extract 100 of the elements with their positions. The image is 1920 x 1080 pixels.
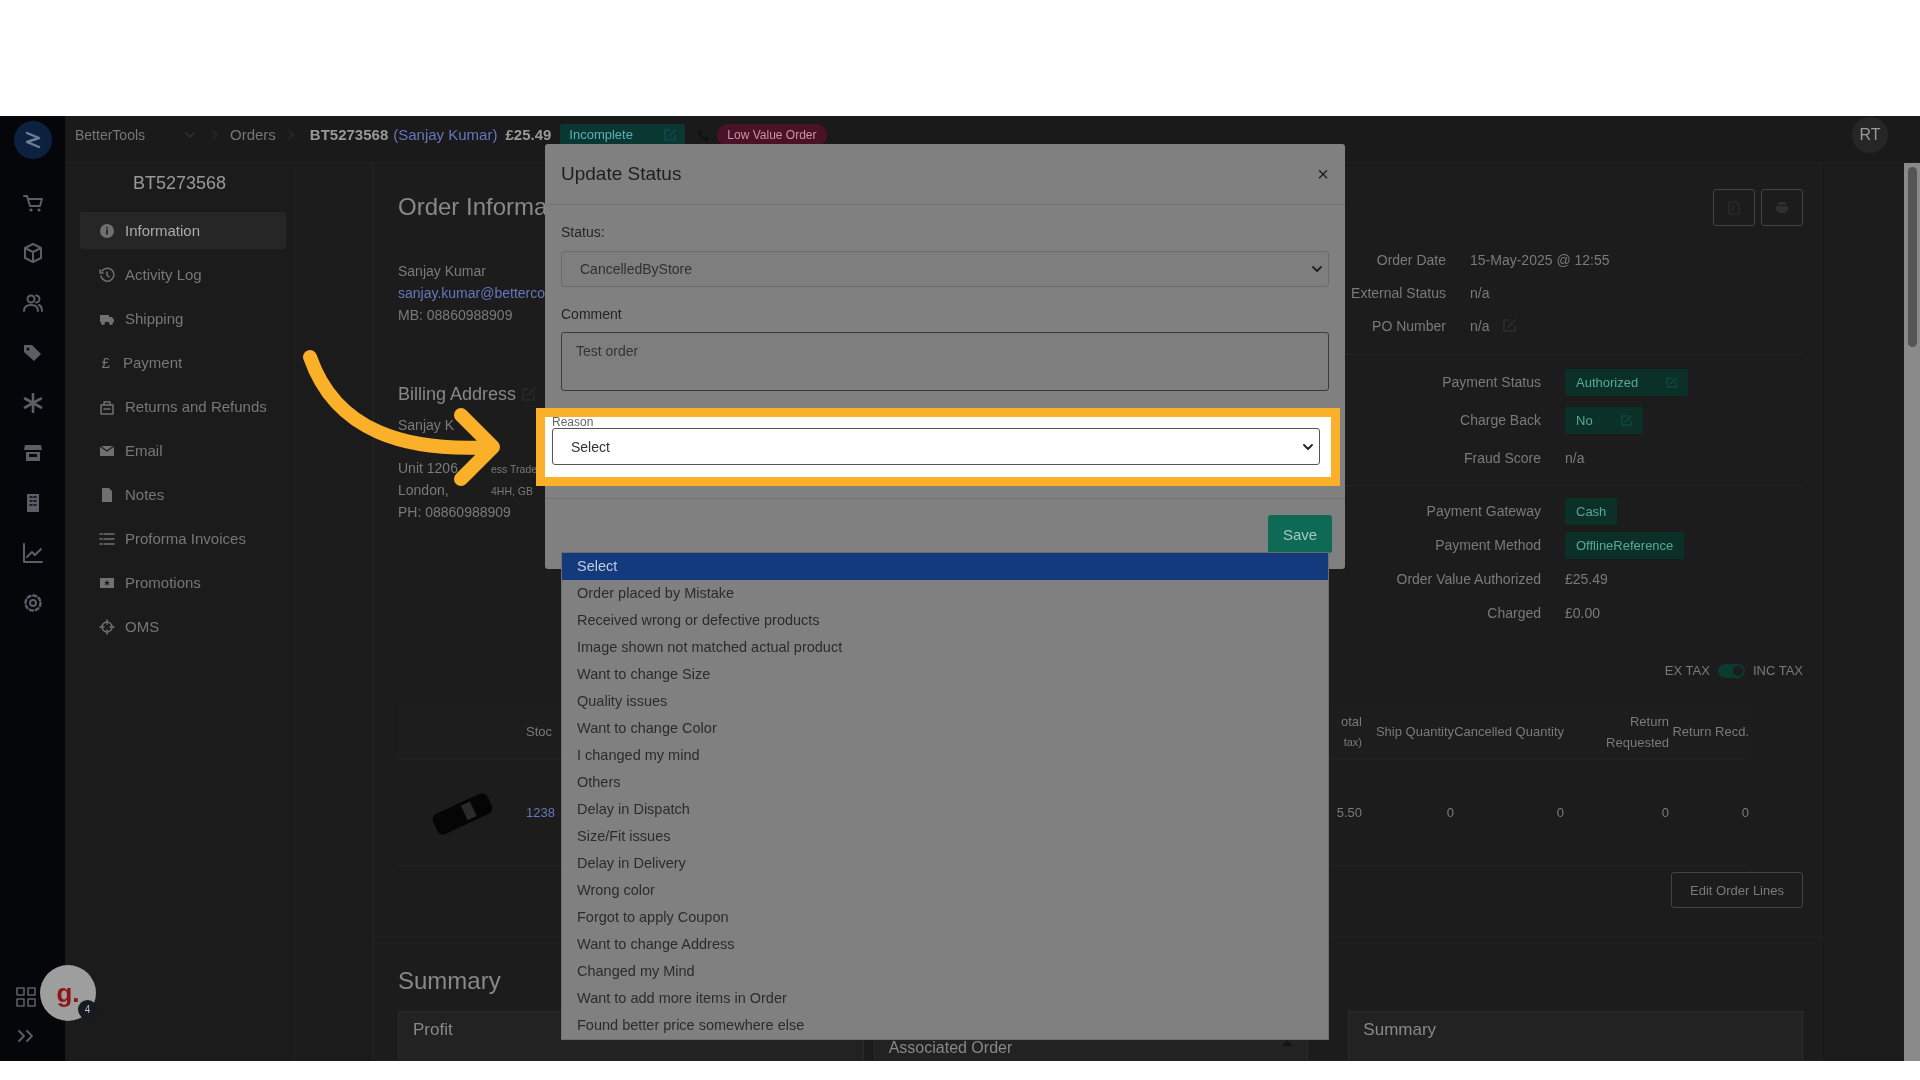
field-label: Status: — [561, 223, 606, 241]
dropdown-option[interactable]: Want to add more items in Order — [562, 985, 1328, 1012]
dropdown-option[interactable]: Want to change Size — [562, 661, 1328, 688]
field-label: External Status — [1350, 284, 1446, 301]
settings-icon[interactable] — [22, 593, 43, 613]
value-badge[interactable]: Authorized — [1565, 368, 1689, 396]
tax-label: EX TAX — [1664, 663, 1710, 678]
table-cell: 0 — [1454, 760, 1564, 866]
phone-number: PH: 08860988909 — [398, 503, 511, 522]
field-label: Payment Status — [1441, 374, 1541, 390]
save-button[interactable]: Save — [1268, 515, 1332, 553]
pdf-button[interactable] — [1713, 189, 1755, 226]
asterisk-icon[interactable] — [22, 393, 43, 413]
sidebar-item[interactable]: Information — [80, 212, 286, 249]
field-label: Comment — [561, 305, 623, 323]
dropdown-option[interactable]: Select — [562, 553, 1328, 580]
sidebar-item[interactable]: Proforma Invoices — [80, 520, 286, 557]
sidebar-item[interactable]: Returns and Refunds — [80, 388, 286, 425]
card-title: Profit — [413, 1020, 453, 1040]
field-value: n/a — [1470, 284, 1490, 301]
card-title: Summary — [1363, 1020, 1437, 1040]
history-icon — [99, 266, 115, 283]
caret-down-icon — [1312, 266, 1322, 272]
user-avatar[interactable]: RT — [1852, 116, 1888, 153]
scrollbar[interactable] — [1904, 163, 1920, 1061]
billing-name: Sanjay K — [398, 416, 455, 435]
expand-chevrons-icon[interactable] — [16, 1029, 35, 1043]
dropdown-option[interactable]: Wrong color — [562, 877, 1328, 904]
dropdown-option[interactable]: Image shown not matched actual product — [562, 634, 1328, 661]
section-title: Order Informa — [398, 193, 548, 221]
order-tag: Low Value Order — [717, 123, 827, 146]
address-text: Unit 1206 — [398, 459, 459, 478]
dropdown-option[interactable]: Forgot to apply Coupon — [562, 904, 1328, 931]
dropdown-option[interactable]: Want to change Color — [562, 715, 1328, 742]
dropdown-option[interactable]: Want to change Address — [562, 931, 1328, 958]
status-badge[interactable]: Incomplete — [560, 123, 686, 146]
breadcrumb-link[interactable]: Orders — [230, 126, 276, 143]
card-title: Associated Order — [888, 1039, 1013, 1057]
caret-down-icon — [1303, 443, 1313, 450]
logo-mark-icon — [23, 130, 42, 150]
column-subheader: tax) — [1343, 734, 1362, 750]
sidebar-item[interactable]: OMS — [80, 608, 286, 645]
value-badge[interactable]: No — [1565, 406, 1643, 434]
field-value: n/a — [1470, 317, 1490, 334]
email-link[interactable]: sanjay.kumar@betterco — [398, 282, 545, 304]
sidebar-item[interactable]: Notes — [80, 476, 286, 513]
field-label: PO Number — [1371, 317, 1446, 334]
sidebar-item[interactable]: Shipping — [80, 300, 286, 337]
line-chart-icon[interactable] — [22, 543, 43, 563]
field-label: Order Value Authorized — [1395, 571, 1541, 587]
value-badge: OfflineReference — [1565, 531, 1685, 559]
cart-icon[interactable] — [22, 193, 43, 213]
field-label: Fraud Score — [1462, 450, 1541, 466]
grid-icon[interactable] — [15, 987, 36, 1007]
address-text: London, — [398, 481, 450, 500]
sidebar-item[interactable]: Email — [80, 432, 286, 469]
dropdown-option[interactable]: Order placed by Mistake — [562, 580, 1328, 607]
table-cell: 0 — [1669, 760, 1749, 866]
sidebar-item[interactable]: Activity Log — [80, 256, 286, 293]
section-title: Summary — [398, 967, 501, 995]
tags-icon[interactable] — [22, 343, 43, 363]
pound-icon: £ — [99, 354, 113, 371]
tax-toggle[interactable] — [1717, 663, 1745, 678]
billing-heading: Billing Address — [398, 384, 517, 405]
dropdown-option[interactable]: Changed my Mind — [562, 958, 1328, 985]
column-header: otal — [1341, 712, 1362, 731]
close-button[interactable]: × — [1317, 162, 1329, 186]
field-label: Charged — [1486, 605, 1541, 621]
company-select[interactable]: BetterTools — [75, 117, 200, 152]
app-logo[interactable] — [13, 121, 52, 159]
customer-name: (Sanjay Kumar) — [393, 126, 498, 143]
customer-name: Sanjay Kumar — [398, 262, 486, 281]
field-label: Payment Gateway — [1425, 503, 1541, 519]
order-number-heading: BT5273568 — [131, 173, 228, 194]
field-label: Payment Method — [1434, 537, 1541, 553]
caret-down-icon — [185, 131, 196, 138]
sidebar-item[interactable]: £ Payment — [80, 344, 286, 381]
tax-label: INC TAX — [1752, 663, 1803, 678]
field-value: n/a — [1565, 450, 1585, 466]
order-number: BT5273568 — [309, 126, 389, 143]
edit-order-lines-button[interactable]: Edit Order Lines — [1671, 872, 1803, 908]
value-badge: Cash — [1565, 497, 1618, 525]
select-field[interactable]: CancelledByStore — [561, 251, 1329, 287]
crosshair-icon — [99, 618, 115, 635]
dropdown-option[interactable]: Quality issues — [562, 688, 1328, 715]
field-label: Order Date — [1375, 251, 1446, 268]
users-icon[interactable] — [22, 293, 43, 313]
dropdown-option[interactable]: Received wrong or defective products — [562, 607, 1328, 634]
table-cell: 0 — [1564, 760, 1669, 866]
select-field[interactable]: Select — [552, 428, 1320, 465]
store-icon[interactable] — [22, 443, 43, 463]
document-icon — [99, 486, 115, 503]
info-icon — [99, 222, 115, 239]
print-button[interactable] — [1761, 189, 1803, 226]
field-value: £25.49 — [1565, 571, 1608, 587]
box-icon[interactable] — [22, 243, 43, 263]
field-value: 15-May-2025 @ 12:55 — [1470, 251, 1610, 268]
sidebar-item[interactable]: Promotions — [80, 564, 286, 601]
dropdown-option[interactable]: Found better price somewhere else — [562, 1012, 1328, 1039]
comment-field[interactable]: Test order — [561, 332, 1329, 391]
